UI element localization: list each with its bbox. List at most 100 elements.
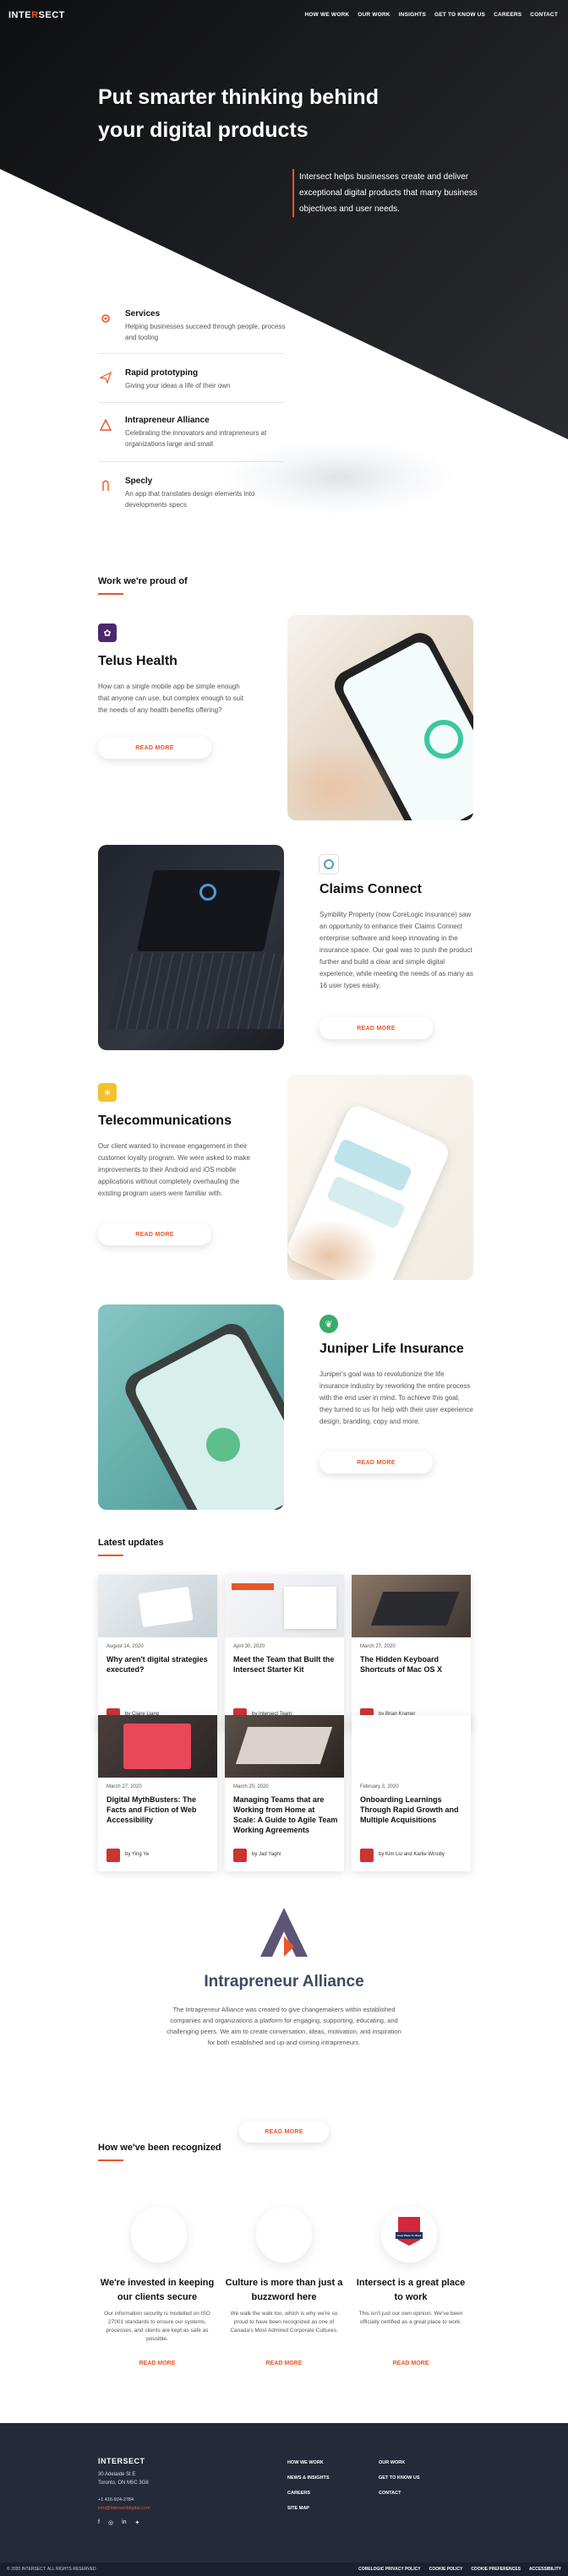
read-more-button[interactable]: READ MORE [98,737,211,759]
footer-link-news-insights[interactable]: NEWS & INSIGHTS [287,2475,330,2481]
update-date: March 27, 2020 [360,1644,396,1649]
update-thumbnail [98,1715,217,1778]
recognition-read-more-link[interactable]: READ MORE [352,2361,470,2366]
recognition-title: Culture is more than just a buzzword her… [225,2278,343,2302]
update-card[interactable]: August 14, 2020 Why aren't digital strat… [98,1575,217,1731]
work-desc: Juniper's goal was to revolutionize the … [320,1370,473,1425]
service-title: Intrapreneur Alliance [125,416,210,425]
nav-our-work[interactable]: OUR WORK [358,12,390,18]
divider [98,402,284,403]
service-item-services[interactable]: Services Helping businesses succeed thro… [98,309,285,343]
update-thumbnail [225,1575,344,1637]
footer-link-our-work[interactable]: OUR WORK [379,2460,405,2465]
avatar [233,1849,247,1862]
update-thumbnail [352,1715,471,1778]
alliance-title: Intrapreneur Alliance [204,1973,364,1991]
cookie-policy-link[interactable]: COOKIE POLICY [429,2567,463,2572]
read-more-button[interactable]: READ MORE [320,1017,433,1039]
footer: INTERSECT 30 Adelaide St E Toronto, ON M5… [0,2423,568,2562]
linkedin-icon[interactable]: in [122,2519,126,2526]
avatar [106,1849,120,1862]
update-date: February 3, 2020 [360,1784,399,1789]
nav-insights[interactable]: INSIGHTS [399,12,426,18]
work-desc: Our client wanted to increase engagement… [98,1142,250,1197]
recognized-heading: How we've been recognized [98,2143,221,2153]
update-title: Digital MythBusters: The Facts and Ficti… [106,1795,197,1824]
alliance-desc: The Intrapreneur Alliance was created to… [167,2006,401,2046]
update-card[interactable]: February 3, 2020 Onboarding Learnings Th… [352,1715,471,1871]
footer-email[interactable]: info@intersectdigital.com [98,2504,150,2513]
corelogic-logo-icon [320,855,338,874]
service-item-specly[interactable]: Specly An app that translates design ele… [98,477,284,510]
service-item-intrapreneur-alliance[interactable]: Intrapreneur Alliance Celebrating the in… [98,416,284,449]
admired-culture-icon [256,2207,312,2263]
nav-contact[interactable]: CONTACT [530,12,558,18]
twitter-icon[interactable]: ✦ [135,2519,140,2526]
footer-address: 30 Adelaide St E Toronto, ON M5C 3G8 [98,2472,149,2486]
heading-underline [98,2159,123,2161]
service-desc: Giving your ideas a life of their own [125,382,231,389]
recognition-desc: We walk the walk too, which is why we're… [230,2311,338,2334]
update-author: by Jad Yaghi [252,1852,281,1857]
recognition-read-more-link[interactable]: READ MORE [98,2361,216,2366]
footer-link-careers[interactable]: CAREERS [287,2491,310,2496]
update-date: March 27, 2020 [106,1784,142,1789]
paper-plane-icon [98,370,113,385]
legal-links: CORELOGIC PRIVACY POLICY COOKIE POLICY C… [358,2567,561,2572]
nav-get-to-know-us[interactable]: GET TO KNOW US [434,12,485,18]
update-thumbnail [98,1575,217,1637]
service-desc: Celebrating the innovators and intrapren… [125,429,267,448]
footer-link-site-map[interactable]: SITE MAP [287,2506,309,2511]
update-card[interactable]: March 27, 2020 The Hidden Keyboard Short… [352,1575,471,1731]
service-item-rapid-prototyping[interactable]: Rapid prototyping Giving your ideas a li… [98,368,284,394]
main-nav: HOW WE WORK OUR WORK INSIGHTS GET TO KNO… [305,12,559,18]
update-title: Why aren't digital strategies executed? [106,1655,208,1674]
service-desc: An app that translates design elements i… [125,490,255,509]
work-title: Telus Health [98,654,178,668]
heading-underline [98,1555,123,1556]
iso-certification-icon [131,2207,187,2263]
telecom-image [287,1075,473,1280]
footer-link-how-we-work[interactable]: HOW WE WORK [287,2460,324,2465]
work-title: Telecommunications [98,1114,232,1128]
cookie-preferences-link[interactable]: COOKIE PREFERENCES [471,2567,521,2572]
update-card[interactable]: March 20, 2020 Managing Teams that are W… [225,1715,344,1871]
updates-heading: Latest updates [98,1538,164,1548]
site-logo[interactable]: INTERSECT [8,10,65,20]
recognition-title: We're invested in keeping our clients se… [100,2278,215,2302]
privacy-policy-link[interactable]: CORELOGIC PRIVACY POLICY [358,2567,420,2572]
footer-logo[interactable]: INTERSECT [98,2457,145,2465]
update-card[interactable]: March 27, 2020 Digital MythBusters: The … [98,1715,217,1871]
work-heading: Work we're proud of [98,576,188,586]
telus-image [287,615,473,820]
update-title: Managing Teams that are Working from Hom… [233,1795,338,1834]
divider [98,353,284,354]
gear-icon [98,311,113,326]
work-desc: Symbility Property (now CoreLogic Insura… [320,911,473,989]
nav-how-we-work[interactable]: HOW WE WORK [305,12,350,18]
footer-phone[interactable]: +1 416-924-2784 [98,2496,134,2504]
update-card[interactable]: April 30, 2020 Meet the Team that Built … [225,1575,344,1731]
avatar [360,1849,374,1862]
service-title: Rapid prototyping [125,368,199,378]
update-date: April 30, 2020 [233,1644,265,1649]
footer-link-get-to-know-us[interactable]: GET TO KNOW US [379,2475,419,2481]
telecom-logo-icon: ☀ [98,1083,117,1102]
recognition-read-more-link[interactable]: READ MORE [225,2361,343,2366]
accessibility-link[interactable]: ACCESSIBILITY [529,2567,561,2572]
work-title: Claims Connect [320,882,422,896]
footer-link-contact[interactable]: CONTACT [379,2491,401,2496]
alliance-read-more-button[interactable]: READ MORE [239,2121,329,2143]
recognition-desc: Our information security is modelled on … [104,2311,210,2342]
read-more-button[interactable]: READ MORE [320,1451,433,1473]
nav-careers[interactable]: CAREERS [494,12,522,18]
update-date: August 14, 2020 [106,1644,144,1649]
copyright: © 2020 INTERSECT. ALL RIGHTS RESERVED [7,2567,96,2572]
hero-title: Put smarter thinking behind your digital … [98,85,379,142]
social-links: f ◎ in ✦ [98,2519,139,2526]
facebook-icon[interactable]: f [98,2519,100,2526]
juniper-logo-icon: ❦ [320,1315,338,1333]
read-more-button[interactable]: READ MORE [98,1223,211,1245]
update-thumbnail [225,1715,344,1778]
instagram-icon[interactable]: ◎ [108,2519,113,2526]
